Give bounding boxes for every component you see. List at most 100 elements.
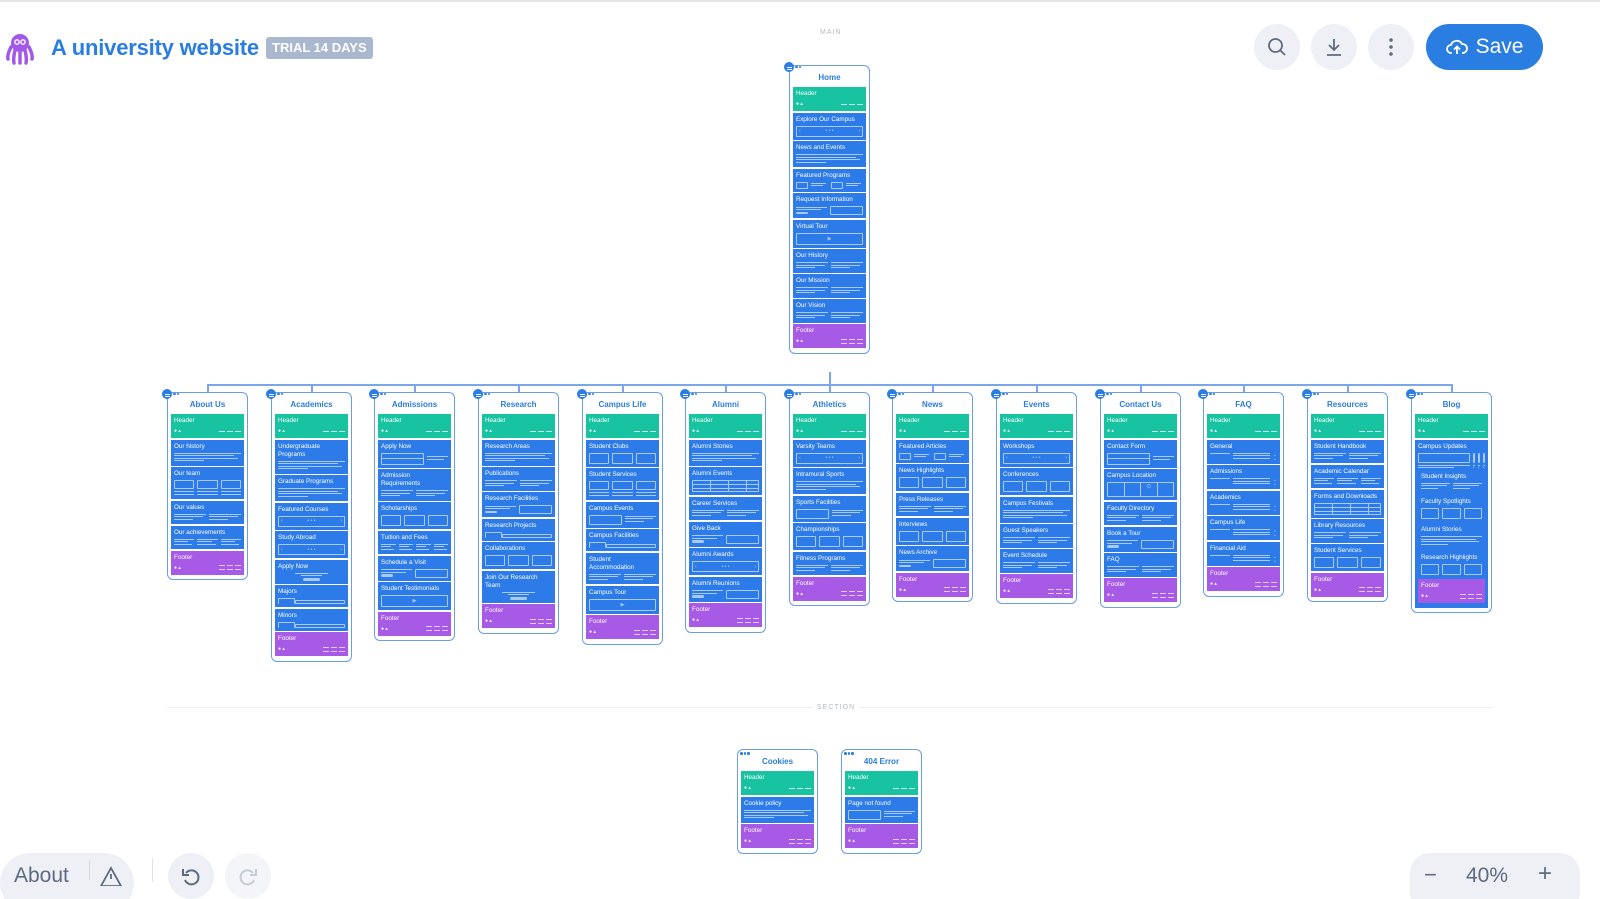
page-card-home[interactable]: Home Header ● ▴ Explore Our Campus ‹ • • … (784, 62, 870, 354)
section-block-student-services[interactable]: Student Services (586, 468, 659, 500)
section-block-header[interactable]: Header ● ▴ (689, 414, 762, 438)
section-block-footer[interactable]: Footer ● ▴ (275, 632, 348, 656)
section-block-header[interactable]: Header ● ▴ (378, 414, 451, 438)
section-block-footer[interactable]: Footer ● ▴ (896, 572, 969, 597)
page-card-blog[interactable]: Blog Header ● ▴ Campus Updates Student I… (1406, 389, 1492, 613)
page-menu-icon[interactable] (740, 752, 750, 755)
section-block-library-resources[interactable]: Library Resources (1311, 519, 1384, 543)
section-block-campus-location[interactable]: Campus Location ⊙ (1104, 469, 1177, 500)
page-menu-icon[interactable] (991, 389, 1008, 399)
section-block-alumni-events[interactable]: Alumni Events (689, 467, 762, 495)
page-title[interactable]: About Us (171, 393, 244, 414)
zoom-in-button[interactable]: + (1538, 860, 1552, 888)
section-block-footer[interactable]: Footer ● ▴ (1207, 567, 1280, 591)
section-block-featured-programs[interactable]: Featured Programs (793, 168, 866, 192)
section-block-header[interactable]: Header ● ▴ (1104, 414, 1177, 438)
section-block-book-a-tour[interactable]: Book a Tour (1104, 526, 1177, 552)
page-title[interactable]: Academics (275, 393, 348, 414)
page-card-resources[interactable]: Resources Header ● ▴ Student Handbook Ac… (1302, 389, 1388, 602)
section-block-conferences[interactable]: Conferences (1000, 468, 1073, 495)
page-title[interactable]: Contact Us (1104, 393, 1177, 414)
page-menu-icon[interactable] (369, 389, 386, 399)
page-title[interactable]: Alumni (689, 393, 762, 414)
page-menu-icon[interactable] (784, 62, 801, 72)
section-block-alumni-stories[interactable]: Alumni Stories (1418, 523, 1485, 549)
about-button[interactable]: About (14, 864, 69, 888)
section-block-news-and-events[interactable]: News and Events (793, 141, 866, 167)
section-block-alumni-stories[interactable]: Alumni Stories (689, 439, 762, 466)
page-card-cookies[interactable]: Cookies Header ● ▴ Cookie policy Footer … (737, 749, 818, 854)
section-block-campus-tour[interactable]: Campus Tour ▶ (586, 585, 659, 614)
section-block-graduate-programs[interactable]: Graduate Programs (275, 475, 348, 501)
section-block-apply-now[interactable]: Apply Now (275, 559, 348, 584)
section-block-schedule-a-visit[interactable]: Schedule a Visit (378, 555, 451, 581)
page-card-research[interactable]: Research Header ● ▴ Research Areas Publi… (473, 389, 559, 634)
page-menu-icon[interactable] (577, 389, 594, 399)
warning-icon[interactable] (99, 866, 123, 886)
section-block-varsity-teams[interactable]: Varsity Teams ‹ • • • › (793, 439, 866, 467)
page-card-athletics[interactable]: Athletics Header ● ▴ Varsity Teams ‹ • • … (784, 389, 870, 606)
section-block-header[interactable]: Header ● ▴ (741, 771, 814, 795)
page-title[interactable]: Campus Life (586, 393, 659, 414)
section-block-research-facilities[interactable]: Research Facilities (482, 492, 555, 517)
section-block-explore-our-campus[interactable]: Explore Our Campus ‹ • • • › (793, 112, 866, 140)
page-title[interactable]: Admissions (378, 393, 451, 414)
section-block-footer[interactable]: Footer ● ▴ (793, 324, 866, 348)
section-block-our-values[interactable]: Our values (171, 500, 244, 524)
section-block-student-services[interactable]: Student Services (1311, 544, 1384, 571)
section-block-header[interactable]: Header ● ▴ (586, 414, 659, 438)
section-block-championships[interactable]: Championships (793, 523, 866, 550)
section-block-footer[interactable]: Footer ● ▴ (1418, 579, 1485, 603)
page-title[interactable]: News (896, 393, 969, 414)
section-block-footer[interactable]: Footer ● ▴ (1000, 574, 1073, 598)
section-block-virtual-tour[interactable]: Virtual Tour ▶ (793, 219, 866, 248)
section-block-general[interactable]: General ⌄ ⌄ (1207, 439, 1280, 464)
page-card-campus-life[interactable]: Campus Life Header ● ▴ Student Clubs Stu… (577, 389, 663, 645)
section-block-alumni-reunions[interactable]: Alumni Reunions (689, 576, 762, 602)
more-button[interactable] (1368, 24, 1414, 70)
section-block-our-history[interactable]: Our History (793, 249, 866, 273)
page-card-about-us[interactable]: About Us Header ● ▴ Our history Our team… (162, 389, 248, 580)
section-block-contact-form[interactable]: Contact Form (1104, 439, 1177, 468)
section-block-page-not-found[interactable]: Page not found (845, 796, 918, 823)
undo-button[interactable] (168, 853, 214, 899)
section-block-header[interactable]: Header ● ▴ (275, 414, 348, 438)
page-card-alumni[interactable]: Alumni Header ● ▴ Alumni Stories Alumni … (680, 389, 766, 633)
section-block-header[interactable]: Header ● ▴ (896, 414, 969, 438)
section-block-workshops[interactable]: Workshops ‹ • • • › (1000, 439, 1073, 467)
page-menu-icon[interactable] (162, 389, 179, 399)
section-block-undergraduate-programs[interactable]: Undergraduate Programs (275, 439, 348, 474)
section-block-apply-now[interactable]: Apply Now (378, 439, 451, 468)
section-block-news-archive[interactable]: News Archive (896, 546, 969, 571)
page-card-academics[interactable]: Academics Header ● ▴ Undergraduate Progr… (266, 389, 352, 662)
section-block-student-handbook[interactable]: Student Handbook (1311, 439, 1384, 463)
section-block-news-highlights[interactable]: News Highlights (896, 464, 969, 491)
section-block-research-projects[interactable]: Research Projects (482, 518, 555, 541)
section-block-footer[interactable]: Footer ● ▴ (845, 824, 918, 848)
section-block-student-clubs[interactable]: Student Clubs (586, 439, 659, 467)
section-block-admissions[interactable]: Admissions ⌄ ⌄ (1207, 465, 1280, 489)
page-card-admissions[interactable]: Admissions Header ● ▴ Apply Now Admissio… (369, 389, 455, 641)
section-block-header[interactable]: Header ● ▴ (171, 414, 244, 438)
section-block-intramural-sports[interactable]: Intramural Sports (793, 468, 866, 494)
section-block-cookie-policy[interactable]: Cookie policy (741, 796, 814, 823)
section-block-header[interactable]: Header ● ▴ (1311, 414, 1384, 438)
section-block-footer[interactable]: Footer ● ▴ (378, 611, 451, 636)
section-block-campus-life[interactable]: Campus Life ⌄ ⌄ (1207, 516, 1280, 540)
section-block-admission-requirements[interactable]: Admission Requirements (378, 469, 451, 501)
section-block-header[interactable]: Header ● ▴ (1000, 414, 1073, 438)
page-title[interactable]: Research (482, 393, 555, 414)
section-block-research-areas[interactable]: Research Areas (482, 439, 555, 466)
page-card-contact-us[interactable]: Contact Us Header ● ▴ Contact Form Campu… (1095, 389, 1181, 608)
section-block-academics[interactable]: Academics ⌄ ⌄ (1207, 490, 1280, 515)
section-block-sports-facilities[interactable]: Sports Facilities (793, 495, 866, 522)
zoom-out-button[interactable]: − (1424, 862, 1437, 888)
section-block-career-services[interactable]: Career Services (689, 496, 762, 520)
project-title[interactable]: A university website (51, 35, 259, 61)
page-card-events[interactable]: Events Header ● ▴ Workshops ‹ • • • › Conf… (991, 389, 1077, 604)
page-title[interactable]: Cookies (741, 750, 814, 771)
page-menu-icon[interactable] (784, 389, 801, 399)
section-block-campus-facilities[interactable]: Campus Facilities (586, 529, 659, 551)
section-block-our-achievements[interactable]: Our achievements (171, 525, 244, 549)
section-block-our-vision[interactable]: Our Vision (793, 299, 866, 323)
